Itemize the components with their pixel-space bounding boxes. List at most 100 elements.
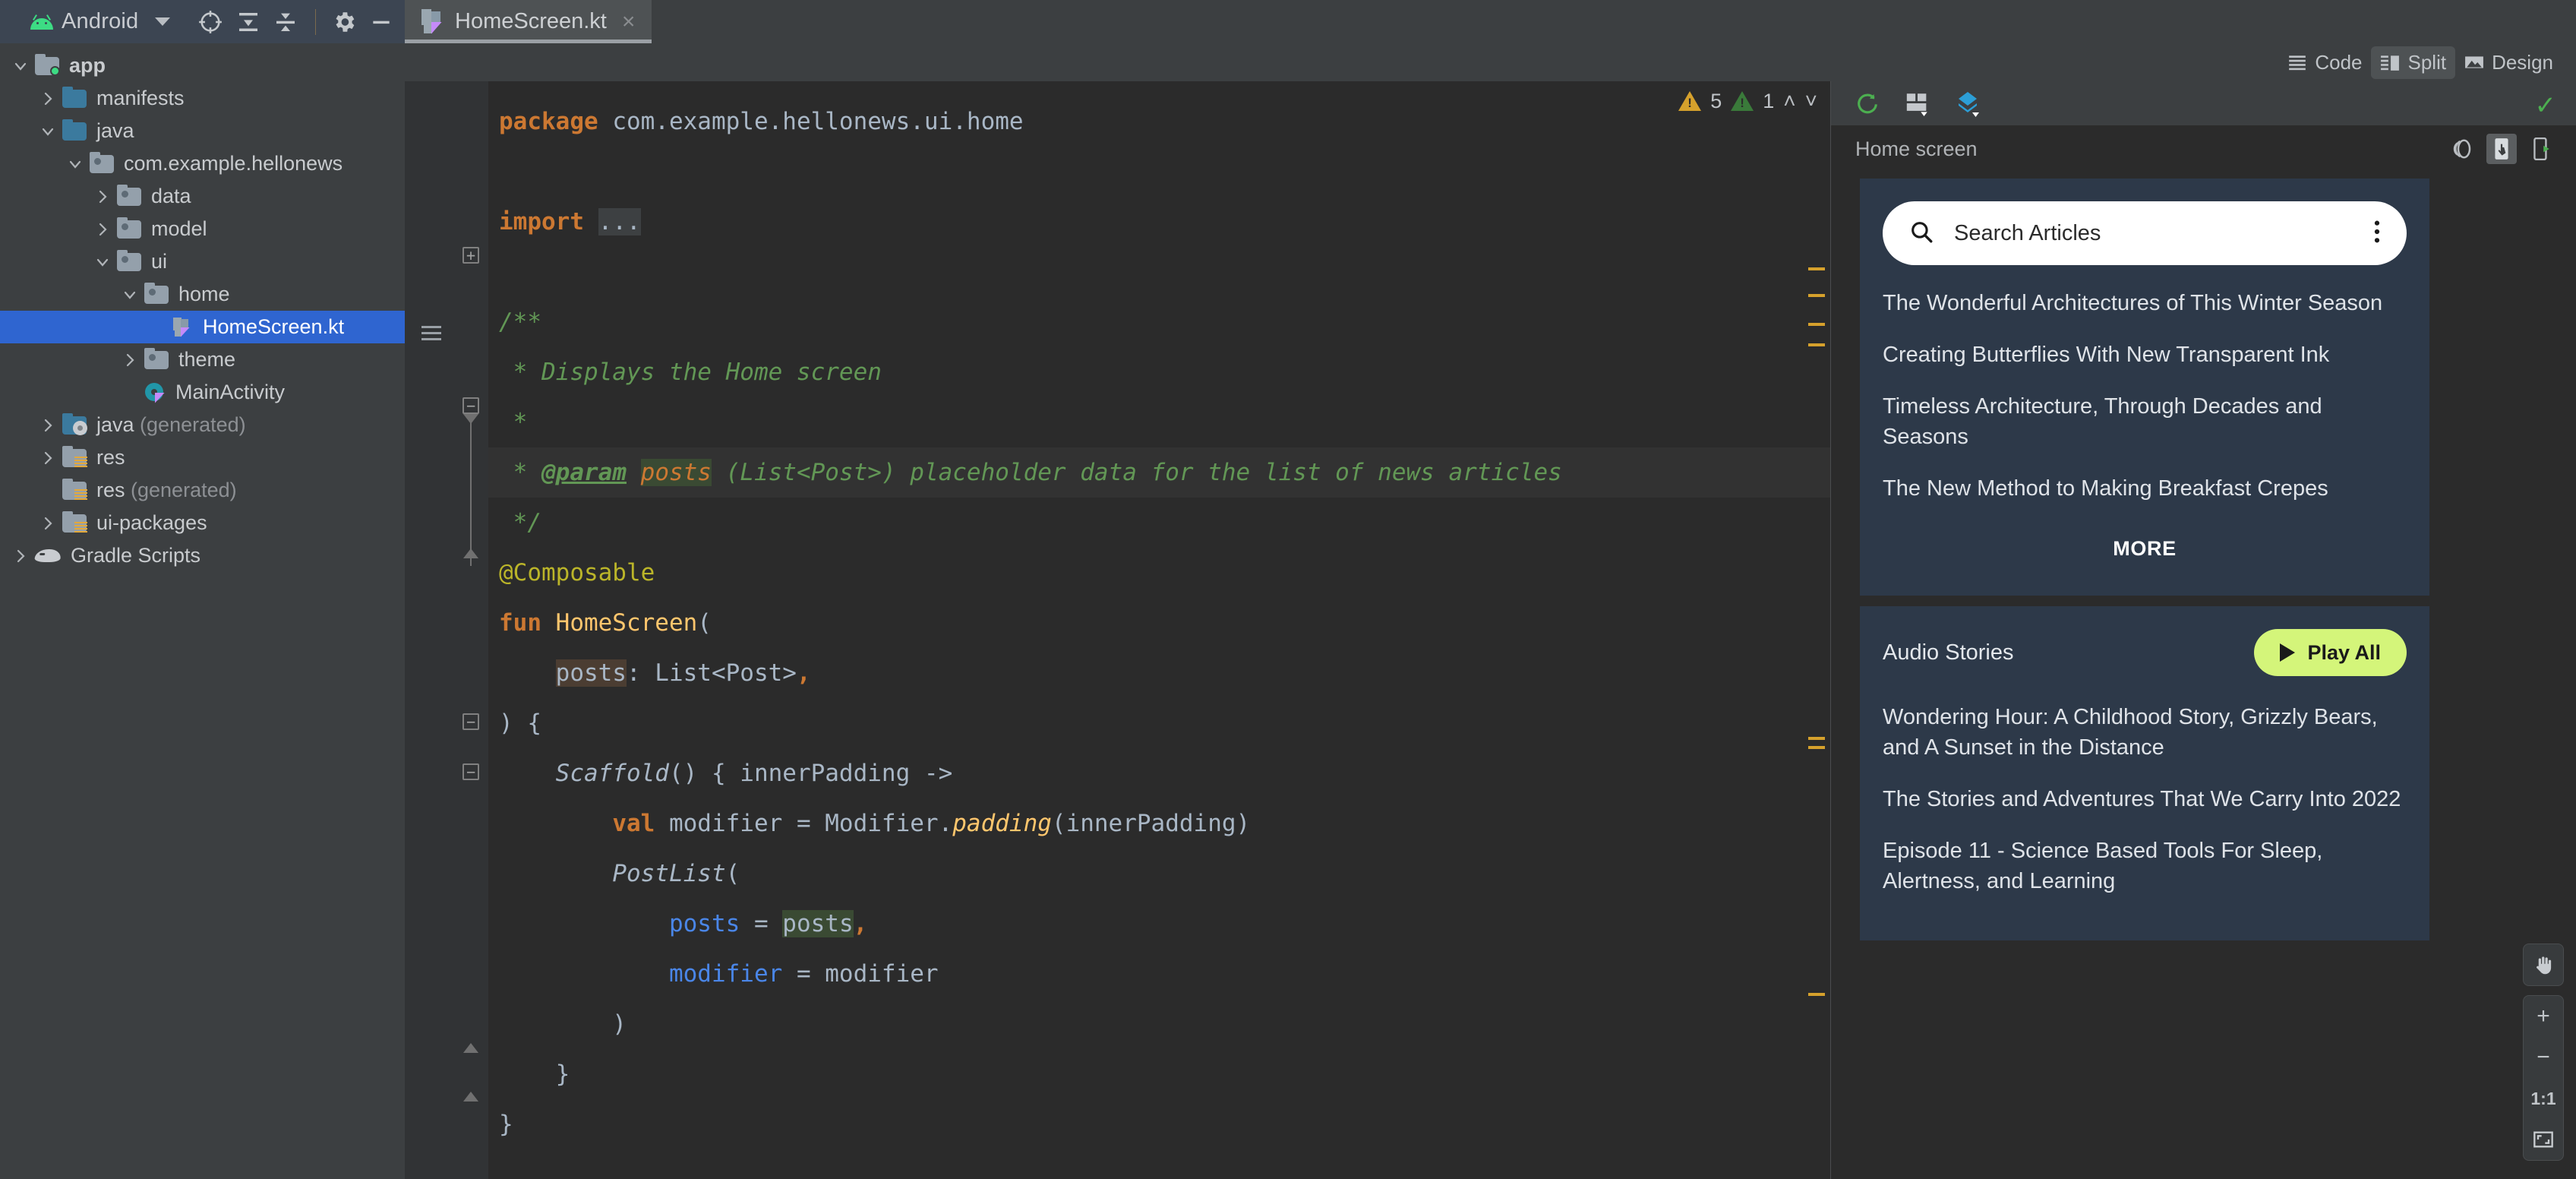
expand-all-icon[interactable]: [271, 5, 300, 39]
stripe-marker[interactable]: [1808, 343, 1825, 346]
audio-story-item[interactable]: The Stories and Adventures That We Carry…: [1883, 784, 2407, 814]
fold-kdoc-icon[interactable]: −: [462, 397, 479, 414]
close-icon[interactable]: ×: [617, 10, 640, 33]
tree-item-model[interactable]: model: [0, 213, 405, 245]
target-icon[interactable]: [196, 5, 225, 39]
more-vertical-icon[interactable]: [2373, 219, 2381, 248]
play-all-button[interactable]: Play All: [2254, 629, 2407, 676]
search-input[interactable]: Search Articles: [1954, 221, 2353, 246]
chevron-right-icon[interactable]: [120, 350, 140, 370]
zoom-actual-size-button[interactable]: 1:1: [2523, 1078, 2564, 1119]
chevron-right-icon[interactable]: [93, 187, 112, 207]
tree-item-mainactivity[interactable]: MainActivity: [0, 376, 405, 409]
project-tree-panel[interactable]: app manifests java com.example.hellonews dat…: [0, 43, 405, 1179]
fold-scaffold-icon[interactable]: −: [462, 763, 479, 780]
code-line[interactable]: }: [488, 1049, 1833, 1099]
search-bar[interactable]: Search Articles: [1883, 201, 2407, 265]
tree-item-res[interactable]: res: [0, 441, 405, 474]
tree-item-data[interactable]: data: [0, 180, 405, 213]
mode-code-button[interactable]: Code: [2278, 46, 2371, 79]
code-line[interactable]: [488, 147, 1833, 197]
minimize-icon[interactable]: [367, 5, 396, 39]
collapse-all-icon[interactable]: [234, 5, 263, 39]
stripe-marker[interactable]: [1808, 323, 1825, 326]
chevron-down-icon[interactable]: [155, 17, 171, 26]
interactive-mode-icon[interactable]: [2486, 134, 2517, 164]
chevron-down-icon[interactable]: [65, 154, 85, 174]
code-line[interactable]: Scaffold() { innerPadding ->: [488, 748, 1833, 798]
deploy-preview-icon[interactable]: [2526, 134, 2556, 164]
tree-item-com-example-hellonews[interactable]: com.example.hellonews: [0, 147, 405, 180]
code-line[interactable]: *: [488, 397, 1833, 447]
chevron-down-icon[interactable]: [93, 252, 112, 272]
copy-image-icon[interactable]: [2447, 134, 2477, 164]
chevron-right-icon[interactable]: [38, 416, 58, 435]
code-line[interactable]: PostList(: [488, 849, 1833, 899]
code-line[interactable]: /**: [488, 297, 1833, 347]
tree-item-homescreen-kt[interactable]: HomeScreen.kt: [0, 311, 405, 343]
code-line[interactable]: posts: List<Post>,: [488, 648, 1833, 698]
chevron-down-icon[interactable]: [120, 285, 140, 305]
tree-item-java[interactable]: java: [0, 115, 405, 147]
tree-item-home[interactable]: home: [0, 278, 405, 311]
article-item[interactable]: The Wonderful Architectures of This Wint…: [1883, 288, 2407, 318]
code-line[interactable]: * @param posts (List<Post>) placeholder …: [488, 447, 1833, 498]
code-line[interactable]: import ...: [488, 197, 1833, 247]
fold-function-icon[interactable]: −: [462, 713, 479, 730]
compose-mode-icon[interactable]: [1951, 87, 1984, 120]
article-item[interactable]: Creating Butterflies With New Transparen…: [1883, 340, 2407, 370]
tree-item-java[interactable]: java (generated): [0, 409, 405, 441]
article-item[interactable]: The New Method to Making Breakfast Crepe…: [1883, 473, 2407, 504]
tree-item-gradle-scripts[interactable]: Gradle Scripts: [0, 539, 405, 572]
chevron-right-icon[interactable]: [93, 220, 112, 239]
more-button[interactable]: MORE: [2113, 537, 2176, 561]
next-problem-icon[interactable]: ˅: [1805, 89, 1817, 113]
code-line[interactable]: [488, 247, 1833, 297]
code-line[interactable]: ) {: [488, 698, 1833, 748]
stripe-marker[interactable]: [1808, 993, 1825, 996]
settings-gear-icon[interactable]: [330, 5, 358, 39]
article-item[interactable]: Timeless Architecture, Through Decades a…: [1883, 391, 2407, 452]
mode-design-button[interactable]: Design: [2455, 46, 2562, 79]
zoom-out-button[interactable]: −: [2523, 1037, 2564, 1078]
code-content[interactable]: package com.example.hellonews.ui.home im…: [488, 81, 1833, 1179]
stripe-marker[interactable]: [1808, 737, 1825, 740]
stripe-marker[interactable]: [1808, 267, 1825, 270]
audio-story-item[interactable]: Wondering Hour: A Childhood Story, Grizz…: [1883, 702, 2407, 763]
chevron-right-icon[interactable]: [38, 448, 58, 468]
pan-hand-icon[interactable]: [2523, 944, 2564, 985]
zoom-in-button[interactable]: +: [2523, 996, 2564, 1037]
stripe-marker[interactable]: [1808, 294, 1825, 297]
code-line[interactable]: posts = posts,: [488, 899, 1833, 949]
code-line[interactable]: * Displays the Home screen: [488, 347, 1833, 397]
audio-story-item[interactable]: Episode 11 - Science Based Tools For Sle…: [1883, 836, 2407, 896]
code-line[interactable]: package com.example.hellonews.ui.home: [488, 96, 1833, 147]
layout-gallery-icon[interactable]: [1901, 87, 1934, 120]
chevron-down-icon[interactable]: [38, 122, 58, 141]
tree-item-ui[interactable]: ui: [0, 245, 405, 278]
tree-item-res[interactable]: res (generated): [0, 474, 405, 507]
chevron-down-icon[interactable]: [11, 56, 30, 76]
code-line[interactable]: modifier = modifier: [488, 949, 1833, 999]
chevron-right-icon[interactable]: [11, 546, 30, 566]
code-line[interactable]: */: [488, 498, 1833, 548]
tab-homescreen-kt[interactable]: HomeScreen.kt ×: [405, 0, 652, 43]
tree-item-manifests[interactable]: manifests: [0, 82, 405, 115]
code-line[interactable]: val modifier = Modifier.padding(innerPad…: [488, 798, 1833, 849]
editor-gutter[interactable]: [405, 81, 488, 1179]
code-line[interactable]: @Composable: [488, 548, 1833, 598]
tree-item-theme[interactable]: theme: [0, 343, 405, 376]
tree-item-app[interactable]: app: [0, 49, 405, 82]
fold-import-icon[interactable]: +: [462, 247, 479, 264]
prev-problem-icon[interactable]: ˄: [1783, 89, 1795, 113]
inspection-widget[interactable]: 5 1 ˄ ˅: [1678, 89, 1817, 113]
mode-split-button[interactable]: Split: [2371, 46, 2456, 79]
code-line[interactable]: fun HomeScreen(: [488, 598, 1833, 648]
refresh-icon[interactable]: [1851, 87, 1884, 120]
zoom-fit-screen-icon[interactable]: [2523, 1119, 2564, 1160]
code-line[interactable]: }: [488, 1099, 1833, 1149]
code-line[interactable]: ): [488, 999, 1833, 1049]
chevron-right-icon[interactable]: [38, 514, 58, 533]
tree-item-ui-packages[interactable]: ui-packages: [0, 507, 405, 539]
chevron-right-icon[interactable]: [38, 89, 58, 109]
